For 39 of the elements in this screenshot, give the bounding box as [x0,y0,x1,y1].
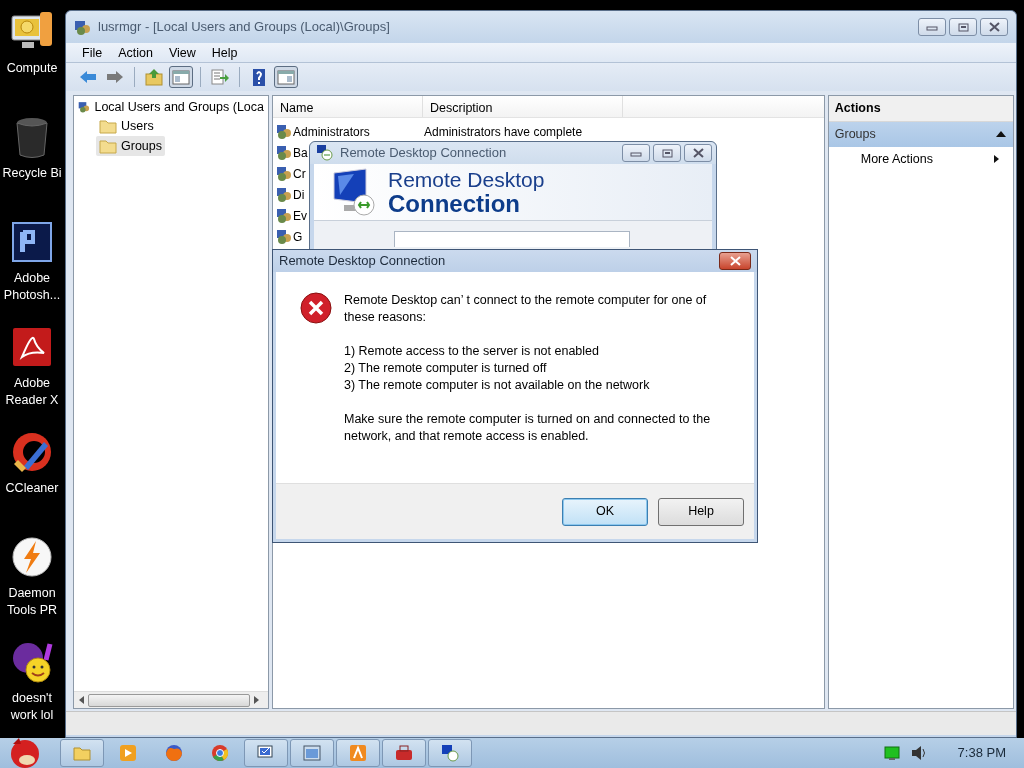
menu-item[interactable]: Action [110,43,161,62]
icon-label[interactable]: Adobe Photosh... [0,270,64,304]
window-title: Remote Desktop Connection [340,144,507,163]
pane-title: Actions [828,96,1013,122]
tree-item[interactable]: Local Users and Groups (Loca [94,97,264,117]
dialog-button[interactable]: OK [562,497,648,526]
banner-title: Remote Desktop [388,168,545,191]
icon-label[interactable]: Recycle Bi [2,165,62,182]
action-link[interactable]: More Actions [828,146,1013,172]
table-cell-text: Ev [293,207,307,225]
table-cell-text: Di [293,186,305,204]
icon-label[interactable]: Adobe Reader X [0,375,64,409]
tree-item[interactable]: Groups [96,136,165,156]
column-header[interactable]: Description [423,96,623,117]
icon-label[interactable]: CCleaner [5,480,59,497]
table-cell-text: Administrators [293,123,371,141]
table-cell-text: G [293,228,303,246]
column-header[interactable]: Name [273,96,423,117]
tree-item[interactable]: Users [96,116,157,136]
message-text: Make sure the remote computer is turned on and connected to the network, and that remote access is enabled. [344,411,712,445]
section-header[interactable]: Groups [828,121,1013,147]
table-cell-text: Cr [293,165,306,183]
window-title: lusrmgr - [Local Users and Groups (Local)\Groups] [98,18,390,37]
banner-title: Connection [388,190,520,216]
dialog-title: Remote Desktop Connection [279,252,446,271]
table-cell-text: Ba [293,144,308,162]
reason-text: 1) Remote access to the server is not enabled [344,343,600,360]
icon-label[interactable]: Daemon Tools PR [0,585,64,619]
reason-text: 2) The remote computer is turned off [344,360,548,377]
reason-text: 3) The remote computer is not available on the network [344,377,651,394]
menu-item[interactable]: File [74,43,111,62]
dialog-button[interactable]: Help [658,497,744,526]
menu-item[interactable]: Help [203,43,246,62]
menu-item[interactable]: View [160,43,204,62]
message-text: Remote Desktop can’ t connect to the remote computer for one of these reasons: [344,292,708,326]
table-cell-text: Administrators have complete [424,123,583,141]
icon-label[interactable]: doesn't work lol [0,690,64,724]
clock-text[interactable]: 7:38 PM [957,743,1006,763]
icon-label[interactable]: Compute [6,60,58,77]
